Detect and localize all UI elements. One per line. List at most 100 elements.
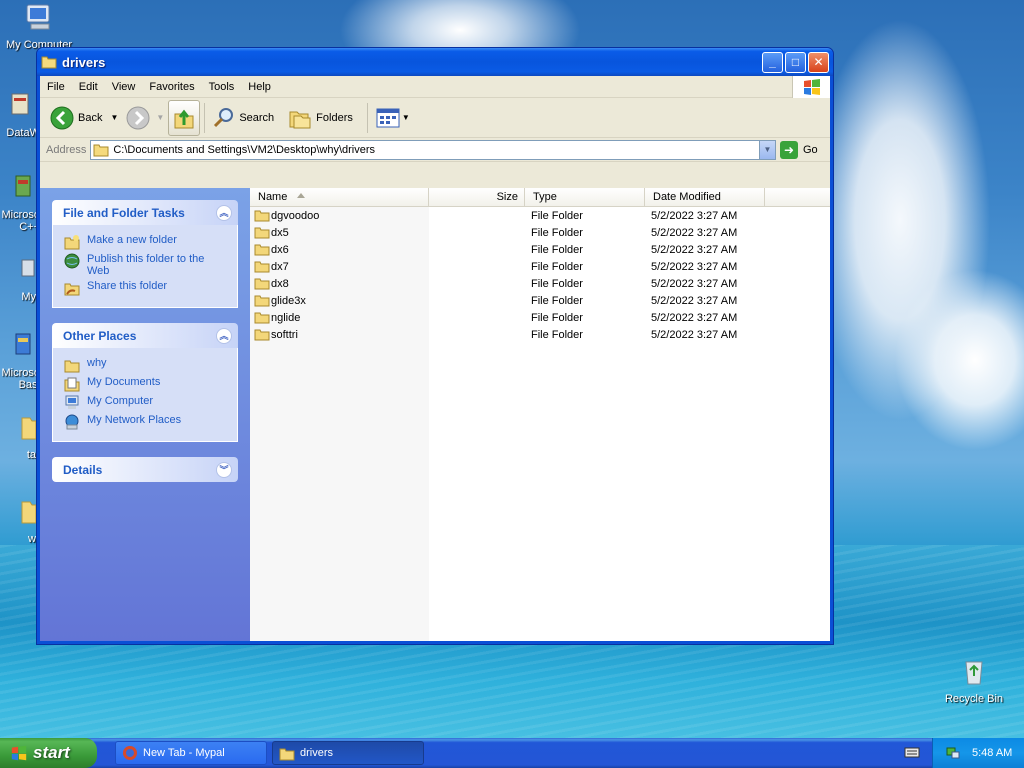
- panel-header[interactable]: Other Places ︽: [52, 323, 238, 348]
- file-name: dx7: [271, 260, 289, 273]
- column-date-header[interactable]: Date Modified: [645, 188, 765, 206]
- column-name-header[interactable]: Name: [250, 188, 429, 206]
- collapse-icon[interactable]: ︽: [216, 327, 232, 344]
- file-name: dx6: [271, 243, 289, 256]
- explorer-window: drivers _ □ ✕ File Edit View Favorites T…: [36, 47, 834, 645]
- file-name-cell[interactable]: dx7: [250, 260, 429, 273]
- desktop-icon-recycle-bin[interactable]: Recycle Bin: [937, 656, 1011, 705]
- file-date-modified: 5/2/2022 3:27 AM: [651, 294, 738, 307]
- desktop-icon-my[interactable]: My: [0, 254, 36, 303]
- task-pane: File and Folder Tasks ︽ Make a new folde…: [40, 188, 250, 641]
- file-row[interactable]: dx8 File Folder 5/2/2022 3:27 AM: [250, 275, 830, 292]
- file-name-cell[interactable]: dx8: [250, 277, 429, 290]
- title-bar[interactable]: drivers _ □ ✕: [37, 48, 833, 76]
- application-icon: [15, 333, 31, 355]
- menu-edit[interactable]: Edit: [72, 81, 105, 93]
- task-label: Make a new folder: [87, 234, 177, 246]
- file-row[interactable]: dx5 File Folder 5/2/2022 3:27 AM: [250, 224, 830, 241]
- up-folder-button[interactable]: [168, 99, 201, 136]
- desktop-icon-my-computer[interactable]: My Computer: [2, 2, 76, 51]
- computer-icon: [26, 4, 50, 30]
- address-field[interactable]: C:\Documents and Settings\VM2\Desktop\wh…: [90, 139, 776, 160]
- menu-tools[interactable]: Tools: [202, 81, 242, 93]
- place-my-documents[interactable]: My Documents: [64, 376, 229, 392]
- file-row[interactable]: dx6 File Folder 5/2/2022 3:27 AM: [250, 241, 830, 258]
- forward-button[interactable]: ▼: [122, 101, 168, 135]
- task-publish-to-web[interactable]: Publish this folder to the Web: [64, 253, 229, 277]
- file-row[interactable]: dx7 File Folder 5/2/2022 3:27 AM: [250, 258, 830, 275]
- minimize-button[interactable]: _: [762, 51, 783, 73]
- clock[interactable]: 5:48 AM: [972, 747, 1012, 759]
- file-name-cell[interactable]: dx6: [250, 243, 429, 256]
- folder-icon: [21, 417, 37, 440]
- network-status-icon[interactable]: [945, 745, 961, 761]
- file-name: dgvoodoo: [271, 209, 320, 222]
- forward-dropdown-icon[interactable]: ▼: [156, 113, 164, 122]
- search-button[interactable]: Search: [209, 101, 278, 135]
- collapse-icon[interactable]: ︽: [216, 204, 232, 221]
- desktop-icon-msvb[interactable]: Microso Basi: [0, 330, 40, 391]
- menu-file[interactable]: File: [40, 81, 72, 93]
- task-label: Share this folder: [87, 280, 168, 292]
- file-row[interactable]: dgvoodoo File Folder 5/2/2022 3:27 AM: [250, 207, 830, 224]
- address-dropdown-button[interactable]: ▼: [759, 140, 775, 159]
- column-type-header[interactable]: Type: [525, 188, 645, 206]
- search-icon: [214, 107, 234, 127]
- taskbar-button-mypal[interactable]: New Tab - Mypal: [115, 741, 267, 765]
- panel-title: Details: [63, 462, 103, 477]
- folder-icon: [254, 227, 270, 239]
- folder-icon: [254, 329, 270, 341]
- menu-bar: File Edit View Favorites Tools Help: [40, 76, 830, 98]
- file-row[interactable]: softtri File Folder 5/2/2022 3:27 AM: [250, 326, 830, 343]
- back-button[interactable]: Back ▼: [46, 101, 122, 135]
- menu-help[interactable]: Help: [241, 81, 278, 93]
- column-size-header[interactable]: Size: [429, 188, 525, 206]
- back-dropdown-icon[interactable]: ▼: [110, 113, 118, 122]
- chevron-down-icon: ▼: [763, 145, 772, 154]
- task-make-new-folder[interactable]: Make a new folder: [64, 234, 229, 250]
- place-my-computer[interactable]: My Computer: [64, 395, 229, 411]
- file-name-cell[interactable]: glide3x: [250, 294, 429, 307]
- expand-icon[interactable]: ︾: [216, 461, 232, 478]
- folders-button[interactable]: Folders: [284, 101, 357, 135]
- maximize-button[interactable]: □: [785, 51, 806, 73]
- folder-icon: [254, 295, 270, 307]
- taskbar-button-drivers[interactable]: drivers: [272, 741, 424, 765]
- keyboard-icon[interactable]: [904, 745, 920, 759]
- panel-header[interactable]: File and Folder Tasks ︽: [52, 200, 238, 225]
- windows-logo: [792, 76, 830, 98]
- views-button[interactable]: ▼: [372, 101, 414, 135]
- desktop-icon-msvc[interactable]: Microso C++: [0, 172, 40, 233]
- file-name: nglide: [271, 311, 301, 324]
- folders-icon: [289, 111, 311, 128]
- file-date-modified: 5/2/2022 3:27 AM: [651, 328, 738, 341]
- desktop-icon-dataw[interactable]: DataW: [0, 90, 40, 139]
- taskbar: start New Tab - Mypal drivers 5:48 AM: [0, 738, 1024, 768]
- file-name-cell[interactable]: dx5: [250, 226, 429, 239]
- panel-header[interactable]: Details ︾: [52, 457, 238, 482]
- place-my-network-places[interactable]: My Network Places: [64, 414, 229, 430]
- desktop-icon-label: ta: [26, 449, 36, 461]
- menu-favorites[interactable]: Favorites: [142, 81, 201, 93]
- menu-view[interactable]: View: [105, 81, 143, 93]
- start-label: start: [33, 743, 70, 762]
- folder-icon: [64, 360, 80, 373]
- file-name: dx8: [271, 277, 289, 290]
- file-name-cell[interactable]: dgvoodoo: [250, 209, 429, 222]
- toolbar-separator: [366, 102, 368, 133]
- file-name-cell[interactable]: softtri: [250, 328, 429, 341]
- file-row[interactable]: glide3x File Folder 5/2/2022 3:27 AM: [250, 292, 830, 309]
- close-button[interactable]: ✕: [808, 51, 829, 73]
- file-name-cell[interactable]: nglide: [250, 311, 429, 324]
- folder-icon: [21, 501, 37, 524]
- place-why[interactable]: why: [64, 357, 229, 373]
- start-button[interactable]: start: [0, 738, 97, 768]
- task-share-folder[interactable]: Share this folder: [64, 280, 229, 296]
- desktop-icon-w[interactable]: w: [0, 496, 37, 545]
- file-type: File Folder: [531, 311, 583, 324]
- file-row[interactable]: nglide File Folder 5/2/2022 3:27 AM: [250, 309, 830, 326]
- system-tray: 5:48 AM: [932, 738, 1024, 768]
- minimize-icon: _: [769, 55, 776, 69]
- desktop-icon-ta[interactable]: ta: [0, 412, 37, 461]
- go-button[interactable]: ➜ Go: [780, 140, 826, 159]
